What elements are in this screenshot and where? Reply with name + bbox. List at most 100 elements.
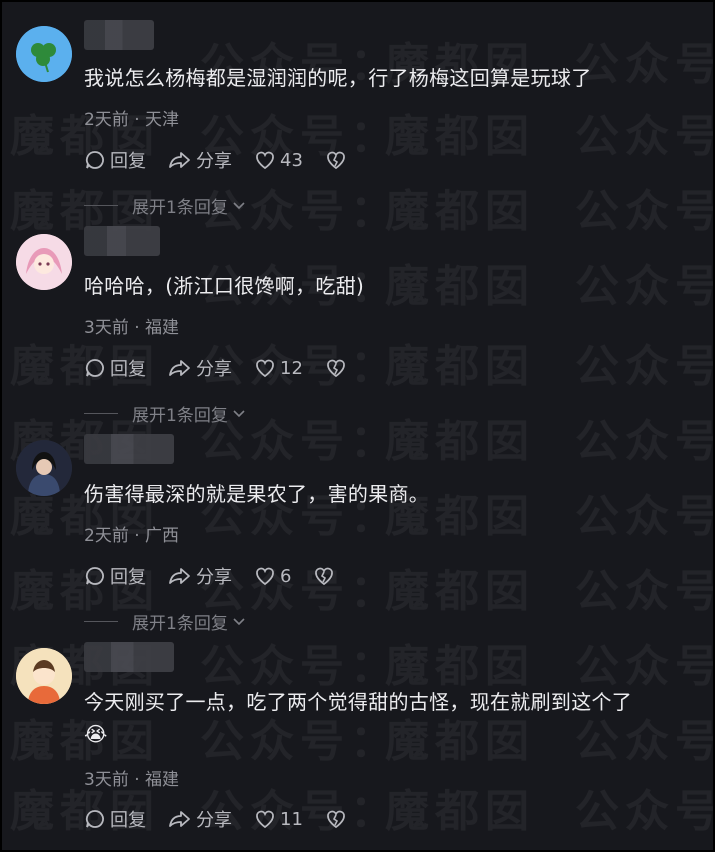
chevron-down-icon [233, 201, 245, 209]
reply-icon [85, 359, 104, 377]
meta-separator: · [134, 318, 140, 338]
reply-label: 回复 [110, 810, 146, 831]
reply-icon [85, 567, 104, 585]
like-button[interactable]: 12 [254, 357, 303, 379]
like-button[interactable]: 11 [254, 808, 303, 830]
username-blurred[interactable] [84, 226, 160, 256]
watermark-text: 公众号： [575, 186, 715, 237]
divider [84, 621, 118, 622]
watermark-text: 魔都囡 [385, 641, 535, 692]
comment-actions: 回复 分享 12 [84, 355, 373, 381]
reply-button[interactable]: 回复 [84, 147, 146, 173]
share-icon [169, 568, 190, 584]
avatar[interactable] [16, 440, 72, 496]
share-icon [169, 360, 190, 376]
share-button[interactable]: 分享 [168, 147, 232, 173]
share-label: 分享 [196, 810, 232, 831]
share-label: 分享 [196, 151, 232, 172]
dislike-button[interactable] [325, 357, 351, 379]
share-button[interactable]: 分享 [168, 806, 232, 832]
divider [84, 205, 118, 206]
dislike-button[interactable] [313, 565, 339, 587]
reply-label: 回复 [110, 151, 146, 172]
chevron-down-icon [233, 409, 245, 417]
broken-heart-icon [327, 151, 345, 170]
heart-icon [256, 151, 274, 170]
share-button[interactable]: 分享 [168, 355, 232, 381]
chevron-down-icon [233, 617, 245, 625]
comment-actions: 回复 分享 43 [84, 147, 373, 173]
broken-heart-icon [327, 359, 345, 378]
watermark-text: 公众号： [575, 786, 715, 837]
watermark-text: 魔都囡 [385, 186, 535, 237]
watermark-text: 魔都囡 [385, 786, 535, 837]
reply-label: 回复 [110, 359, 146, 380]
comment-text: 今天刚买了一点，吃了两个觉得甜的古怪，现在就刷到这个了 😭 [84, 686, 699, 750]
broken-heart-icon [327, 810, 345, 829]
comment-text-body: 今天刚买了一点，吃了两个觉得甜的古怪，现在就刷到这个了 [84, 690, 633, 714]
watermark-text: 公众号： [575, 341, 715, 392]
watermark-text: 公众号： [575, 416, 715, 467]
dislike-button[interactable] [325, 149, 351, 171]
comment-text: 哈哈哈，(浙江口很馋啊，吃甜) [84, 274, 365, 298]
expand-label: 展开1条回复 [132, 614, 228, 634]
share-label: 分享 [196, 567, 232, 588]
like-count: 11 [280, 808, 303, 830]
watermark-text: 魔都囡 [385, 111, 535, 162]
watermark-text: 公众号： [575, 566, 715, 617]
reply-icon [85, 151, 104, 169]
share-label: 分享 [196, 359, 232, 380]
share-button[interactable]: 分享 [168, 563, 232, 589]
expand-replies-button[interactable]: 展开1条回复 [84, 609, 246, 634]
expand-replies-button[interactable]: 展开1条回复 [84, 401, 246, 426]
anime-girl-avatar-icon [16, 234, 72, 290]
heart-icon [256, 567, 274, 586]
like-count: 12 [280, 357, 303, 379]
like-count: 43 [280, 149, 303, 171]
woman-portrait-avatar-icon [16, 440, 72, 496]
share-icon [169, 152, 190, 168]
like-button[interactable]: 6 [254, 565, 291, 587]
reply-icon [85, 810, 104, 828]
heart-icon [256, 810, 274, 829]
cartoon-child-avatar-icon [16, 648, 72, 704]
crying-laughing-emoji: 😭 [84, 722, 108, 746]
watermark-text: 魔都囡 [385, 416, 535, 467]
comment-location: 广西 [145, 526, 180, 546]
reply-button[interactable]: 回复 [84, 806, 146, 832]
heart-icon [256, 359, 274, 378]
comment-text: 我说怎么杨梅都是湿润润的呢，行了杨梅这回算是玩球了 [84, 66, 592, 90]
dislike-button[interactable] [325, 808, 351, 830]
reply-button[interactable]: 回复 [84, 563, 146, 589]
meta-separator: · [134, 110, 140, 130]
reply-button[interactable]: 回复 [84, 355, 146, 381]
comment-text: 伤害得最深的就是果农了，害的果商。 [84, 482, 430, 506]
comment-time: 3天前 [84, 770, 129, 790]
comment-location: 福建 [145, 770, 180, 790]
avatar[interactable] [16, 26, 72, 82]
watermark-text: 魔都囡 [385, 341, 535, 392]
meta-separator: · [134, 770, 140, 790]
watermark-text: 公众号： [200, 641, 400, 692]
username-blurred[interactable] [84, 434, 174, 464]
like-button[interactable]: 43 [254, 149, 303, 171]
comment-meta: 3天前 · 福建 [84, 765, 179, 790]
comment-location: 天津 [145, 110, 180, 130]
avatar[interactable] [16, 648, 72, 704]
comment-time: 2天前 [84, 110, 129, 130]
watermark-text: 魔都囡 [385, 566, 535, 617]
expand-label: 展开1条回复 [132, 406, 228, 426]
meta-separator: · [134, 526, 140, 546]
watermark-text: 公众号： [575, 111, 715, 162]
comment-actions: 回复 分享 6 [84, 563, 361, 589]
like-count: 6 [280, 565, 292, 587]
avatar[interactable] [16, 234, 72, 290]
comment-meta: 2天前 · 广西 [84, 521, 179, 546]
username-blurred[interactable] [84, 642, 174, 672]
comment-time: 3天前 [84, 318, 129, 338]
comment-meta: 3天前 · 福建 [84, 313, 179, 338]
divider [84, 413, 118, 414]
expand-replies-button[interactable]: 展开1条回复 [84, 193, 246, 218]
comment-meta: 2天前 · 天津 [84, 105, 179, 130]
username-blurred[interactable] [84, 20, 154, 50]
